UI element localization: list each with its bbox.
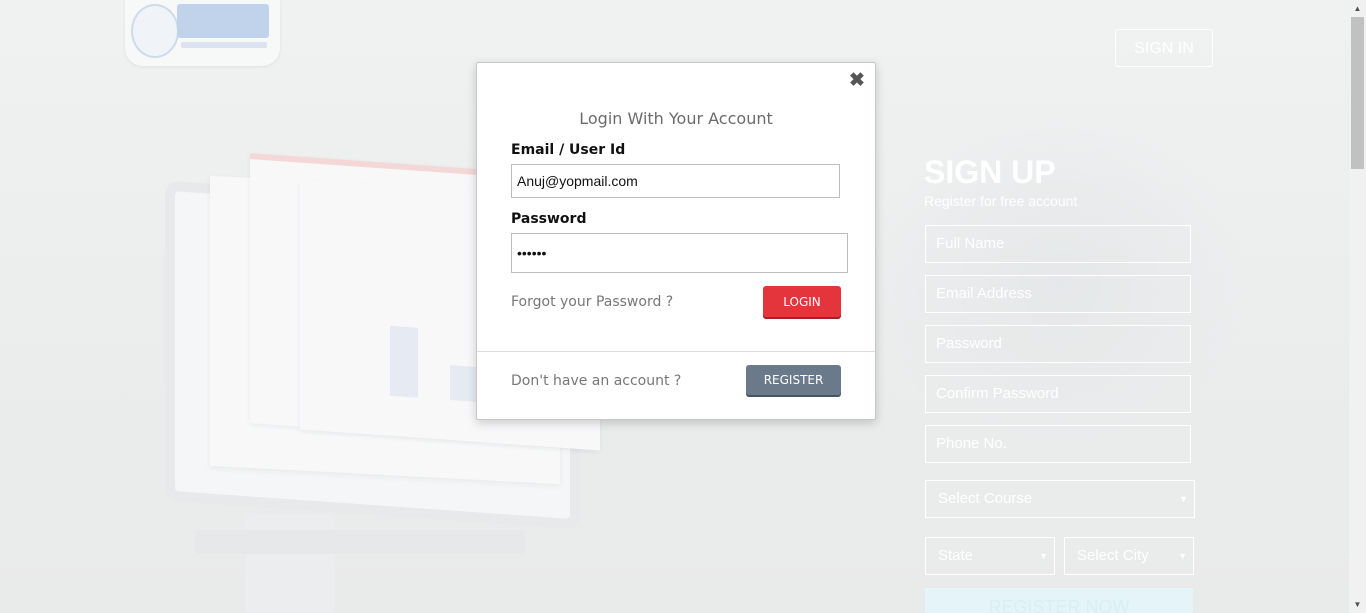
- email-label: Email / User Id: [511, 142, 626, 158]
- no-account-text: Don't have an account ?: [511, 373, 682, 389]
- page-scrollbar[interactable]: ▲ ▼: [1349, 0, 1366, 613]
- scrollbar-thumb[interactable]: [1351, 17, 1364, 169]
- modal-title: Login With Your Account: [579, 109, 773, 128]
- email-input[interactable]: [511, 164, 840, 198]
- register-button[interactable]: REGISTER: [746, 365, 841, 395]
- forgot-password-link[interactable]: Forgot your Password ?: [511, 294, 673, 310]
- password-input[interactable]: [511, 233, 848, 273]
- scroll-up-arrow-icon[interactable]: ▲: [1349, 0, 1366, 17]
- modal-divider: [477, 351, 875, 352]
- login-modal: ✖ Login With Your Account Email / User I…: [476, 62, 876, 420]
- close-icon[interactable]: ✖: [846, 70, 868, 92]
- password-label: Password: [511, 211, 587, 227]
- scroll-down-arrow-icon[interactable]: ▼: [1349, 596, 1366, 613]
- login-button[interactable]: LOGIN: [763, 286, 841, 317]
